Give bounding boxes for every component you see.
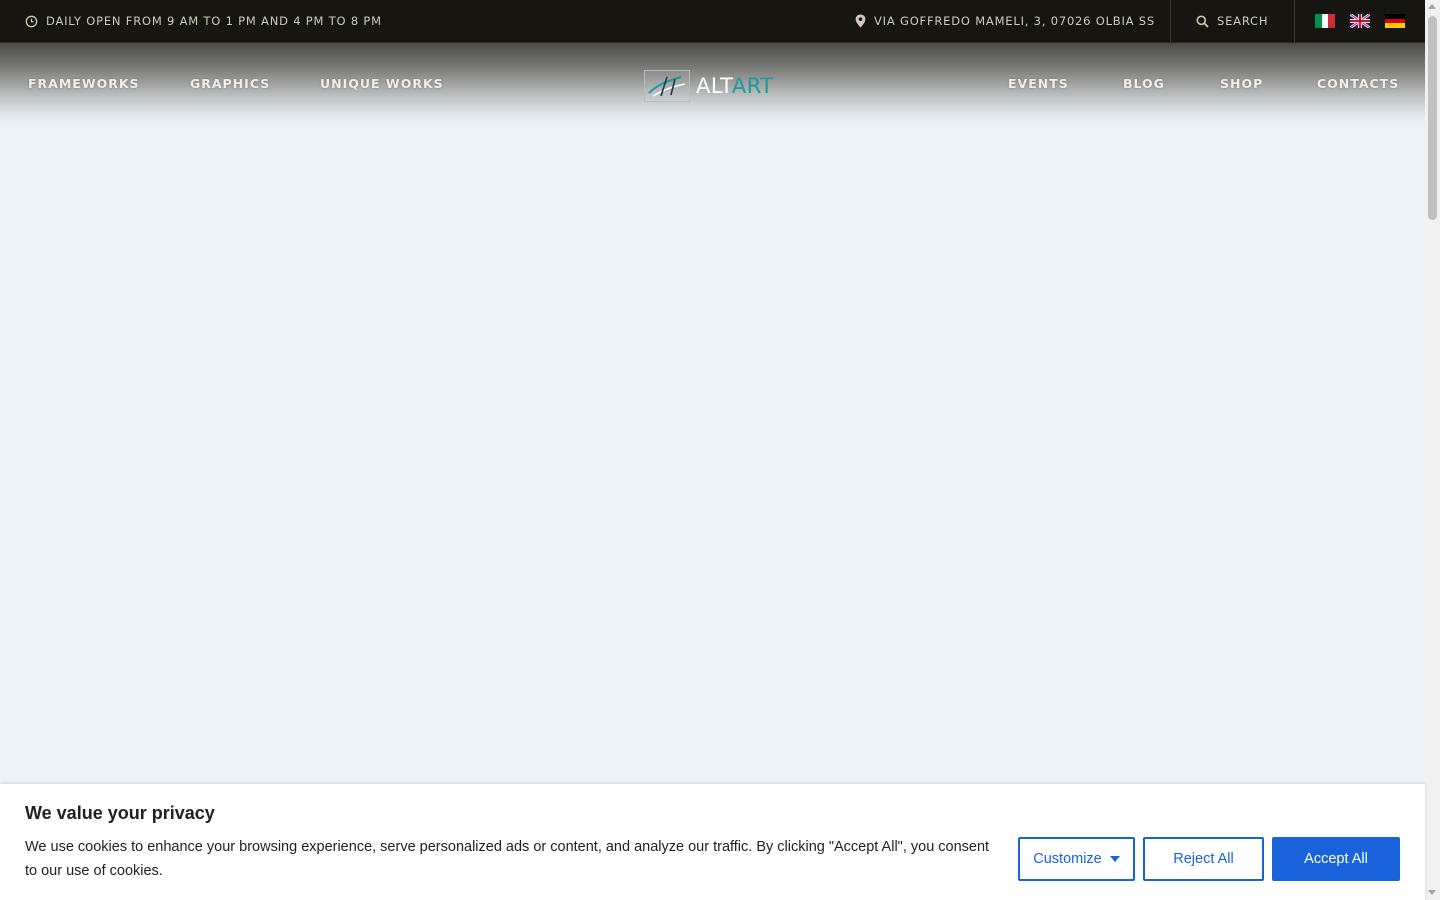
nav-frameworks[interactable]: FRAMEWORKS — [28, 76, 140, 91]
clock-icon — [25, 15, 38, 27]
opening-hours-text: DAILY OPEN FROM 9 AM TO 1 PM AND 4 PM TO… — [46, 14, 382, 28]
caret-down-icon — [1109, 856, 1120, 862]
customize-button[interactable]: Customize — [1018, 837, 1135, 881]
site-logo[interactable]: ALTART — [644, 70, 774, 102]
cookie-consent-banner: We value your privacy We use cookies to … — [0, 784, 1425, 900]
search-icon — [1196, 15, 1209, 28]
it-flag-icon[interactable] — [1315, 14, 1335, 28]
de-flag-icon[interactable] — [1385, 14, 1405, 28]
main-navigation: FRAMEWORKS GRAPHICS UNIQUE WORKS ALTART … — [0, 43, 1425, 128]
scrollbar-thumb[interactable] — [1428, 16, 1437, 220]
map-pin-icon — [855, 14, 866, 28]
customize-label: Customize — [1033, 851, 1102, 867]
cookie-description: We use cookies to enhance your browsing … — [25, 839, 990, 879]
page-scrollbar[interactable] — [1425, 0, 1440, 900]
en-flag-icon[interactable] — [1350, 14, 1370, 28]
address-text: VIA GOFFREDO MAMELI, 3, 07026 OLBIA SS — [874, 14, 1156, 28]
language-switcher — [1315, 0, 1405, 42]
nav-unique-works[interactable]: UNIQUE WORKS — [320, 76, 444, 91]
divider — [1170, 0, 1171, 42]
accept-all-button[interactable]: Accept All — [1272, 837, 1400, 881]
scroll-up-icon[interactable] — [1428, 4, 1436, 9]
cookie-title: We value your privacy — [25, 803, 215, 823]
reject-all-button[interactable]: Reject All — [1143, 837, 1264, 881]
logo-mark-icon — [644, 70, 690, 102]
nav-contacts[interactable]: CONTACTS — [1317, 76, 1399, 91]
logo-text: ALTART — [696, 74, 774, 98]
search-button[interactable]: SEARCH — [1196, 0, 1268, 42]
nav-events[interactable]: EVENTS — [1008, 76, 1069, 91]
nav-shop[interactable]: SHOP — [1220, 76, 1263, 91]
nav-graphics[interactable]: GRAPHICS — [190, 76, 270, 91]
address[interactable]: VIA GOFFREDO MAMELI, 3, 07026 OLBIA SS — [855, 0, 1155, 42]
divider — [1294, 0, 1295, 42]
scroll-down-icon[interactable] — [1428, 890, 1436, 895]
search-label: SEARCH — [1217, 14, 1269, 28]
opening-hours: DAILY OPEN FROM 9 AM TO 1 PM AND 4 PM TO… — [25, 0, 382, 42]
nav-blog[interactable]: BLOG — [1123, 76, 1165, 91]
top-info-bar: DAILY OPEN FROM 9 AM TO 1 PM AND 4 PM TO… — [0, 0, 1425, 43]
